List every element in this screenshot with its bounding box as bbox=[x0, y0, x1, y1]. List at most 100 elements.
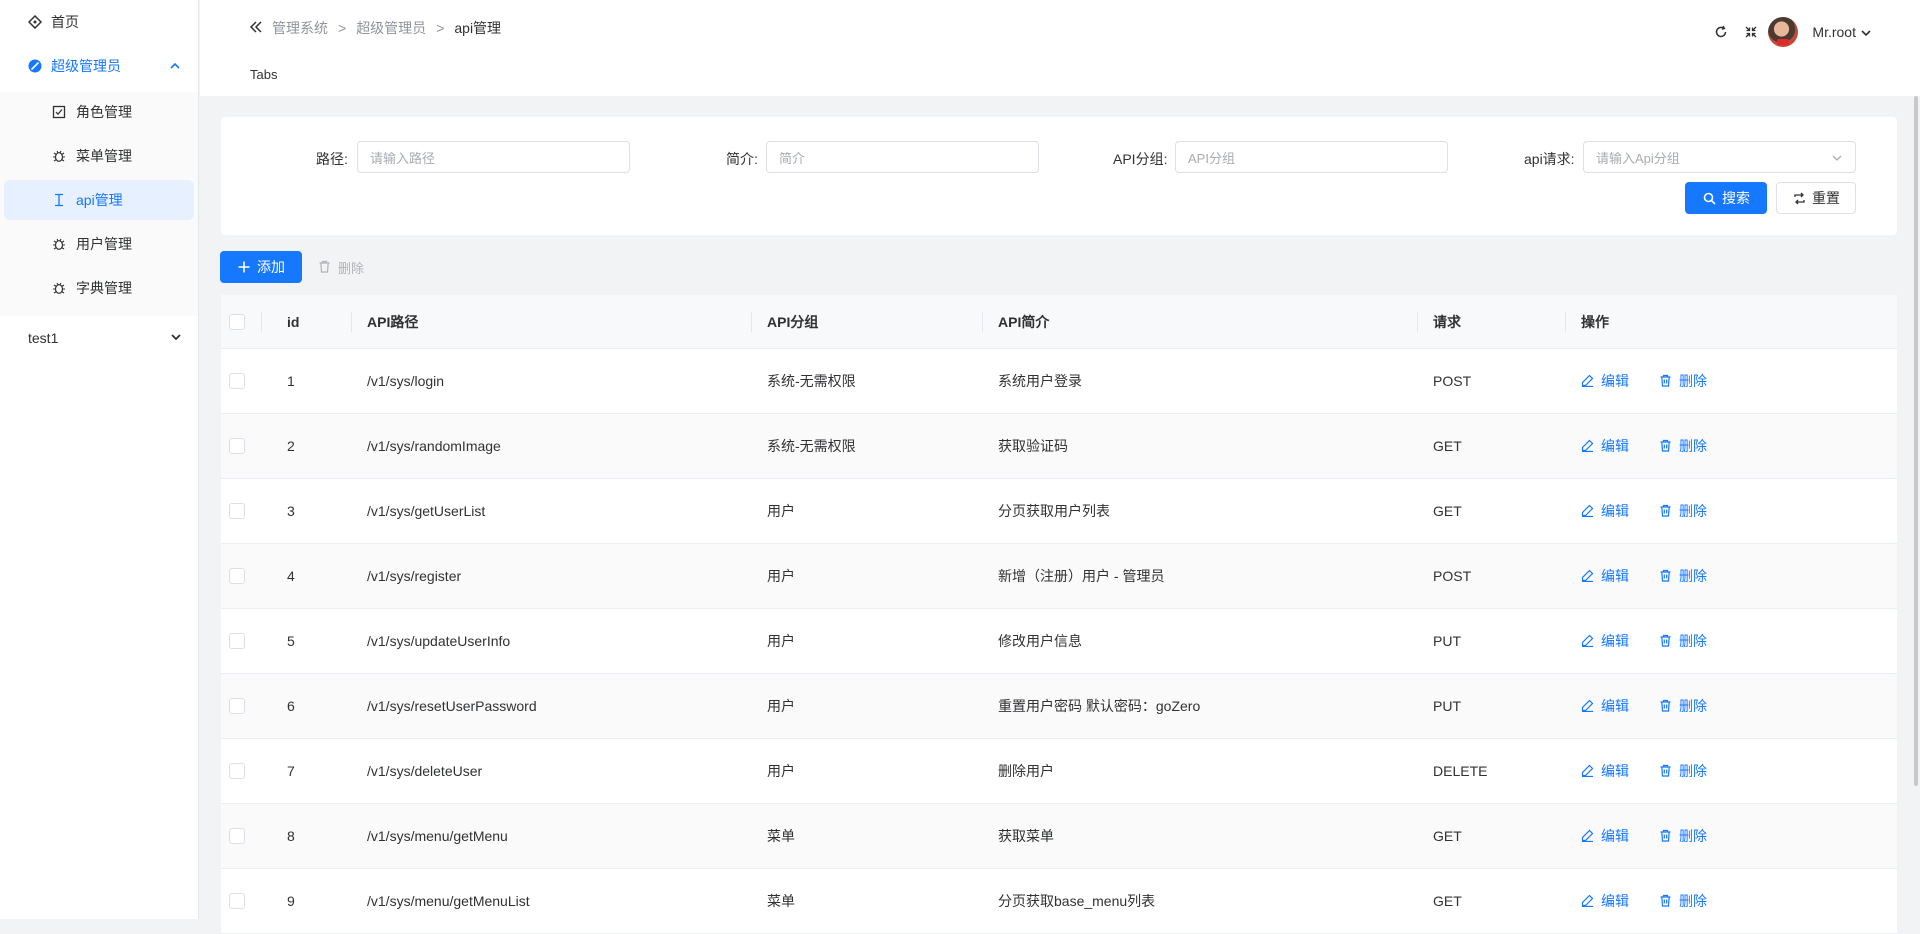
delete-button[interactable]: 删除 bbox=[1659, 436, 1707, 456]
cell-id: 7 bbox=[287, 763, 295, 779]
edit-button[interactable]: 编辑 bbox=[1581, 696, 1629, 716]
row-checkbox[interactable] bbox=[229, 373, 245, 389]
trash-icon bbox=[1659, 894, 1673, 908]
row-checkbox[interactable] bbox=[229, 763, 245, 779]
add-button[interactable]: 添加 bbox=[220, 251, 302, 283]
method-select[interactable]: 请输入Api分组 bbox=[1583, 141, 1856, 173]
menu-group-test1[interactable]: test1 bbox=[0, 316, 198, 360]
cell-method: GET bbox=[1433, 503, 1462, 519]
row-checkbox[interactable] bbox=[229, 633, 245, 649]
delete-button[interactable]: 删除 bbox=[1659, 761, 1707, 781]
breadcrumb-item[interactable]: 管理系统 bbox=[272, 18, 328, 38]
table-row: 1 /v1/sys/login 系统-无需权限 系统用户登录 POST 编辑 删… bbox=[221, 349, 1897, 414]
cell-id: 3 bbox=[287, 503, 295, 519]
search-panel: 路径: 请输入路径 简介: 简介 API分组: API分组 api请求: 请输入… bbox=[221, 117, 1897, 235]
method-label: api请求: bbox=[1524, 151, 1575, 167]
sidebar-item-menu[interactable]: 菜单管理 bbox=[4, 136, 194, 176]
edit-button[interactable]: 编辑 bbox=[1581, 826, 1629, 846]
cell-id: 5 bbox=[287, 633, 295, 649]
cell-desc: 分页获取base_menu列表 bbox=[998, 893, 1156, 909]
cell-ops: 编辑 删除 bbox=[1565, 609, 1897, 673]
sidebar-item-api[interactable]: api管理 bbox=[4, 180, 194, 220]
edit-button[interactable]: 编辑 bbox=[1581, 436, 1629, 456]
cell-method: GET bbox=[1433, 893, 1462, 909]
cell-ops: 编辑 删除 bbox=[1565, 544, 1897, 608]
select-all-checkbox[interactable] bbox=[229, 313, 245, 330]
edit-icon bbox=[1581, 569, 1595, 583]
edit-button[interactable]: 编辑 bbox=[1581, 631, 1629, 651]
edit-button[interactable]: 编辑 bbox=[1581, 566, 1629, 586]
scrollbar[interactable] bbox=[1914, 96, 1918, 786]
chevron-up-icon bbox=[168, 59, 182, 73]
cell-path: /v1/sys/menu/getMenu bbox=[367, 828, 508, 844]
double-chevron-left-icon[interactable] bbox=[248, 19, 264, 35]
cell-desc: 修改用户信息 bbox=[998, 633, 1082, 649]
cell-id: 1 bbox=[287, 373, 295, 389]
cell-group: 菜单 bbox=[767, 828, 795, 844]
sidebar-item-label: 菜单管理 bbox=[76, 148, 132, 164]
row-checkbox[interactable] bbox=[229, 698, 245, 714]
delete-button[interactable]: 删除 bbox=[1659, 826, 1707, 846]
edit-icon bbox=[1581, 504, 1595, 518]
sidebar-item-role[interactable]: 角色管理 bbox=[4, 92, 194, 132]
desc-input[interactable]: 简介 bbox=[766, 141, 1039, 173]
delete-button[interactable]: 删除 bbox=[1659, 891, 1707, 911]
cell-group: 用户 bbox=[767, 568, 795, 584]
header-desc: API简介 bbox=[982, 295, 1417, 348]
cell-path: /v1/sys/login bbox=[367, 373, 445, 389]
delete-button[interactable]: 删除 bbox=[1659, 696, 1707, 716]
cell-method: PUT bbox=[1433, 633, 1461, 649]
reset-button[interactable]: 重置 bbox=[1776, 182, 1856, 214]
table-row: 8 /v1/sys/menu/getMenu 菜单 获取菜单 GET 编辑 删除 bbox=[221, 804, 1897, 869]
delete-button[interactable]: 删除 bbox=[1659, 631, 1707, 651]
breadcrumb-current: api管理 bbox=[454, 20, 502, 36]
avatar[interactable] bbox=[1768, 17, 1799, 47]
table-body: 1 /v1/sys/login 系统-无需权限 系统用户登录 POST 编辑 删… bbox=[221, 349, 1897, 934]
cell-path: /v1/sys/register bbox=[367, 568, 462, 584]
delete-button[interactable]: 删除 bbox=[1659, 566, 1707, 586]
breadcrumb-item[interactable]: 超级管理员 bbox=[356, 18, 426, 38]
group-input[interactable]: API分组 bbox=[1175, 141, 1448, 173]
menu-item-home[interactable]: 首页 bbox=[0, 0, 198, 44]
cell-ops: 编辑 删除 bbox=[1565, 739, 1897, 803]
cell-method: PUT bbox=[1433, 698, 1461, 714]
cell-path: /v1/sys/deleteUser bbox=[367, 763, 483, 779]
batch-delete-button[interactable]: 删除 bbox=[318, 251, 364, 283]
edit-button[interactable]: 编辑 bbox=[1581, 501, 1629, 521]
menu-group-label: 超级管理员 bbox=[51, 58, 121, 74]
trash-icon bbox=[1659, 439, 1673, 453]
sidebar: 首页 超级管理员 角色管理 菜单管理 api管理 用户管理 字典管理 test1 bbox=[0, 0, 199, 919]
row-checkbox[interactable] bbox=[229, 438, 245, 454]
edit-button[interactable]: 编辑 bbox=[1581, 891, 1629, 911]
menu-group-superadmin[interactable]: 超级管理员 bbox=[0, 44, 198, 88]
cell-id: 2 bbox=[287, 438, 295, 454]
user-menu[interactable]: Mr.root bbox=[1812, 24, 1872, 40]
refresh-icon[interactable] bbox=[1712, 23, 1730, 41]
text-cursor-icon bbox=[52, 193, 66, 207]
table-row: 7 /v1/sys/deleteUser 用户 删除用户 DELETE 编辑 删… bbox=[221, 739, 1897, 804]
desc-label: 简介: bbox=[726, 151, 758, 167]
cell-path: /v1/sys/resetUserPassword bbox=[367, 698, 537, 714]
row-checkbox[interactable] bbox=[229, 503, 245, 519]
sidebar-item-user[interactable]: 用户管理 bbox=[4, 224, 194, 264]
cell-desc: 获取验证码 bbox=[998, 438, 1068, 454]
row-checkbox[interactable] bbox=[229, 828, 245, 844]
menu-item-home-label: 首页 bbox=[51, 14, 79, 30]
sidebar-item-dict[interactable]: 字典管理 bbox=[4, 268, 194, 308]
row-checkbox[interactable] bbox=[229, 893, 245, 909]
header-id: id bbox=[261, 295, 351, 348]
edit-button[interactable]: 编辑 bbox=[1581, 371, 1629, 391]
fullscreen-exit-icon[interactable] bbox=[1742, 23, 1760, 41]
row-checkbox[interactable] bbox=[229, 568, 245, 584]
delete-button[interactable]: 删除 bbox=[1659, 501, 1707, 521]
path-input[interactable]: 请输入路径 bbox=[357, 141, 630, 173]
cell-method: DELETE bbox=[1433, 763, 1488, 779]
header-actions: Mr.root bbox=[1700, 17, 1872, 47]
search-button[interactable]: 搜索 bbox=[1685, 182, 1767, 214]
trash-icon bbox=[1659, 504, 1673, 518]
delete-button[interactable]: 删除 bbox=[1659, 371, 1707, 391]
table-row: 4 /v1/sys/register 用户 新增（注册）用户 - 管理员 POS… bbox=[221, 544, 1897, 609]
edit-button[interactable]: 编辑 bbox=[1581, 761, 1629, 781]
bug-icon bbox=[52, 149, 66, 163]
tabs-bar[interactable]: Tabs bbox=[250, 67, 277, 82]
